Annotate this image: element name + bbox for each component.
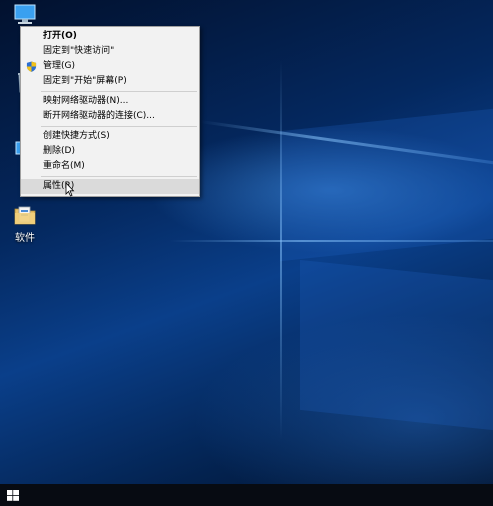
desktop: 此 回 软件 打开(O) 固定到"快速访问" [0, 0, 493, 506]
wallpaper-beam [170, 240, 493, 242]
wallpaper-pane [280, 108, 493, 262]
menu-item-label: 管理(G) [43, 61, 75, 71]
menu-separator [41, 176, 197, 177]
menu-item-label: 创建快捷方式(S) [43, 131, 110, 141]
shield-icon [26, 61, 37, 72]
menu-item-label: 固定到"开始"屏幕(P) [43, 76, 127, 86]
menu-item-label: 重命名(M) [43, 161, 85, 171]
menu-item-create-shortcut[interactable]: 创建快捷方式(S) [21, 129, 199, 144]
menu-item-delete[interactable]: 删除(D) [21, 144, 199, 159]
menu-item-label: 打开(O) [43, 31, 77, 41]
menu-item-pin-quick-access[interactable]: 固定到"快速访问" [21, 44, 199, 59]
context-menu: 打开(O) 固定到"快速访问" 管理(G) 固定到"开始"屏幕(P) 映射网络驱… [20, 26, 200, 197]
start-button[interactable] [0, 484, 26, 506]
menu-item-label: 映射网络驱动器(N)... [43, 96, 129, 106]
folder-icon [14, 206, 36, 225]
menu-item-pin-start[interactable]: 固定到"开始"屏幕(P) [21, 74, 199, 89]
menu-item-open[interactable]: 打开(O) [21, 29, 199, 44]
taskbar [0, 484, 493, 506]
menu-item-disconnect-network-drive[interactable]: 断开网络驱动器的连接(C)... [21, 109, 199, 124]
mouse-cursor-icon [65, 182, 75, 197]
wallpaper-pane [300, 259, 493, 431]
menu-item-rename[interactable]: 重命名(M) [21, 159, 199, 174]
menu-separator [41, 126, 197, 127]
desktop-icon-label: 软件 [15, 233, 35, 244]
desktop-icon-software-folder[interactable]: 软件 [10, 203, 40, 244]
menu-item-properties[interactable]: 属性(R) [21, 179, 199, 194]
menu-item-map-network-drive[interactable]: 映射网络驱动器(N)... [21, 94, 199, 109]
menu-item-label: 固定到"快速访问" [43, 46, 115, 56]
menu-item-label: 删除(D) [43, 146, 75, 156]
windows-logo-icon [7, 490, 19, 501]
wallpaper-beam [280, 60, 282, 440]
this-pc-icon [14, 4, 36, 24]
menu-separator [41, 91, 197, 92]
menu-item-label: 断开网络驱动器的连接(C)... [43, 111, 155, 121]
menu-item-manage[interactable]: 管理(G) [21, 59, 199, 74]
